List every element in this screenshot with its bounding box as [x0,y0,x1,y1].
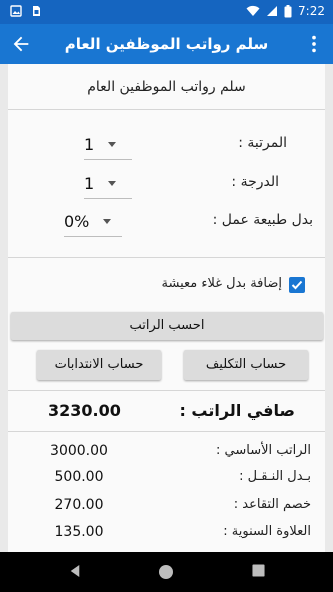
chevron-down-icon [108,142,117,147]
work-allowance-value: 0% [64,212,90,231]
battery-icon [284,4,292,17]
form-header: سلم رواتب الموظفين العام [8,64,325,110]
secondment-calc-button[interactable]: حساب الانتدابات [37,350,161,380]
chevron-down-icon [103,219,112,224]
grade-label: المرتبة : [238,135,287,151]
home-circle-icon[interactable] [158,564,174,580]
annual-increment-value: 135.00 [54,524,104,540]
annual-increment-label: العلاوة السنوية : [223,524,311,539]
app-bar: سلم رواتب الموظفين العام [0,24,333,64]
basic-salary-label: الراتب الأساسي : [216,443,311,458]
transport-allowance-value: 500.00 [54,469,104,485]
degree-spinner[interactable]: 1 [84,169,132,199]
cost-of-living-checkbox[interactable] [289,277,305,293]
arrow-back-icon[interactable] [10,33,32,55]
status-bar: 7:22 [0,0,333,24]
more-vert-icon[interactable] [303,33,325,55]
sim-card-icon [33,6,40,16]
divider [8,431,325,432]
signal-icon [267,6,278,16]
check-icon [291,280,303,290]
net-salary-label: صافي الراتب : [179,401,295,420]
grade-spinner[interactable]: 1 [84,130,132,160]
page-title: سلم رواتب الموظفين العام [64,35,269,53]
degree-label: الدرجة : [231,174,279,190]
assignment-calc-button[interactable]: حساب التكليف [184,350,308,380]
wifi-icon [246,5,260,16]
back-triangle-icon[interactable] [69,564,81,578]
retirement-deduction-label: خصم التقاعد : [233,497,311,512]
net-salary-value: 3230.00 [48,401,121,420]
degree-value: 1 [84,174,95,193]
recents-square-icon[interactable] [252,564,265,577]
system-nav-bar [0,552,333,592]
salary-form: سلم رواتب الموظفين العام المرتبة : 1 الد… [8,64,325,552]
grade-value: 1 [84,135,95,154]
work-allowance-spinner[interactable]: 0% [64,207,122,237]
cost-of-living-label: إضافة بدل غلاء معيشة [161,276,282,291]
basic-salary-value: 3000.00 [50,443,108,459]
calculate-salary-button[interactable]: احسب الراتب [11,312,323,340]
work-allowance-label: بدل طبيعة عمل : [212,212,313,228]
retirement-deduction-value: 270.00 [54,497,104,513]
divider [8,257,325,258]
status-time: 7:22 [298,4,325,18]
divider [8,390,325,391]
chevron-down-icon [108,181,117,186]
transport-allowance-label: بـدل النـقـل : [239,469,311,484]
gallery-icon [10,5,22,17]
